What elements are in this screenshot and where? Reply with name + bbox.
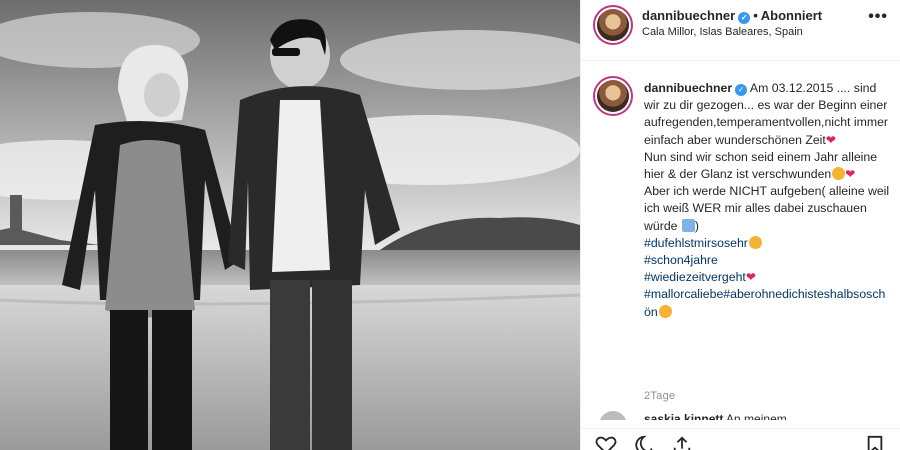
sad-face-emoji-icon	[832, 167, 846, 181]
broken-heart-emoji-icon: ❤	[845, 167, 856, 182]
caption-verified-badge-icon: ✓	[735, 84, 748, 96]
red-heart-emoji-icon: ❤	[825, 132, 836, 147]
post-side-panel: dannibuechner ✓ • Abonniert Cala Millor, Is…	[580, 0, 900, 450]
comment-icon[interactable]	[633, 435, 655, 450]
hashtag-link[interactable]: #wiediezeitvergeht❤	[644, 269, 890, 286]
caption-text: dannibuechner ✓ Am 03.12.2015 .... sind w…	[644, 80, 890, 321]
caption-line-3: Aber ich werde NICHT aufgeben( alleine w…	[644, 184, 890, 233]
action-bar	[581, 428, 900, 450]
caption-username[interactable]: dannibuechner	[644, 81, 732, 95]
author-avatar[interactable]	[593, 5, 633, 45]
post-location[interactable]: Cala Millor, Islas Baleares, Spain	[642, 26, 803, 38]
more-horizontal-icon[interactable]: •••	[868, 8, 888, 26]
author-line: dannibuechner ✓ • Abonniert	[642, 8, 822, 24]
commenter-username[interactable]: saskia.kinnett	[644, 412, 723, 420]
commenter-avatar[interactable]	[599, 411, 627, 420]
caption-line-1: dannibuechner ✓ Am 03.12.2015 .... sind w…	[644, 81, 889, 147]
caption-line-2: Nun sind wir schon seid einem Jahr allei…	[644, 149, 878, 182]
share-icon[interactable]	[671, 435, 693, 450]
author-username[interactable]: dannibuechner	[642, 8, 735, 23]
beach-couple-image	[0, 0, 580, 450]
comment-preview: saskia.kinnett An meinem	[593, 410, 893, 420]
caption-author-avatar[interactable]	[593, 76, 633, 116]
praying-hands-emoji-icon	[681, 218, 695, 232]
post-photo[interactable]	[0, 0, 580, 450]
header-divider	[581, 60, 900, 61]
verified-badge-icon: ✓	[738, 12, 751, 24]
post-time-ago[interactable]: 2Tage	[644, 390, 675, 402]
comment-text: saskia.kinnett An meinem	[644, 412, 787, 420]
hashtag-link[interactable]: #dufehlstmirsosehr	[644, 235, 890, 252]
post-header: dannibuechner ✓ • Abonniert Cala Millor, Is…	[581, 0, 900, 52]
sad-face-emoji-icon	[748, 235, 762, 249]
separator-dot: •	[753, 8, 758, 23]
red-heart-emoji-icon: ❤	[745, 270, 756, 285]
hashtag-link[interactable]: #schon4jahre	[644, 252, 890, 269]
heart-icon[interactable]	[595, 435, 617, 450]
follow-status-button[interactable]: Abonniert	[761, 8, 822, 23]
sad-face-emoji-icon	[658, 304, 672, 318]
bookmark-icon[interactable]	[865, 435, 885, 450]
hashtag-link[interactable]: #mallorcaliebe#aberohnedichisteshalbsosc…	[644, 286, 890, 320]
